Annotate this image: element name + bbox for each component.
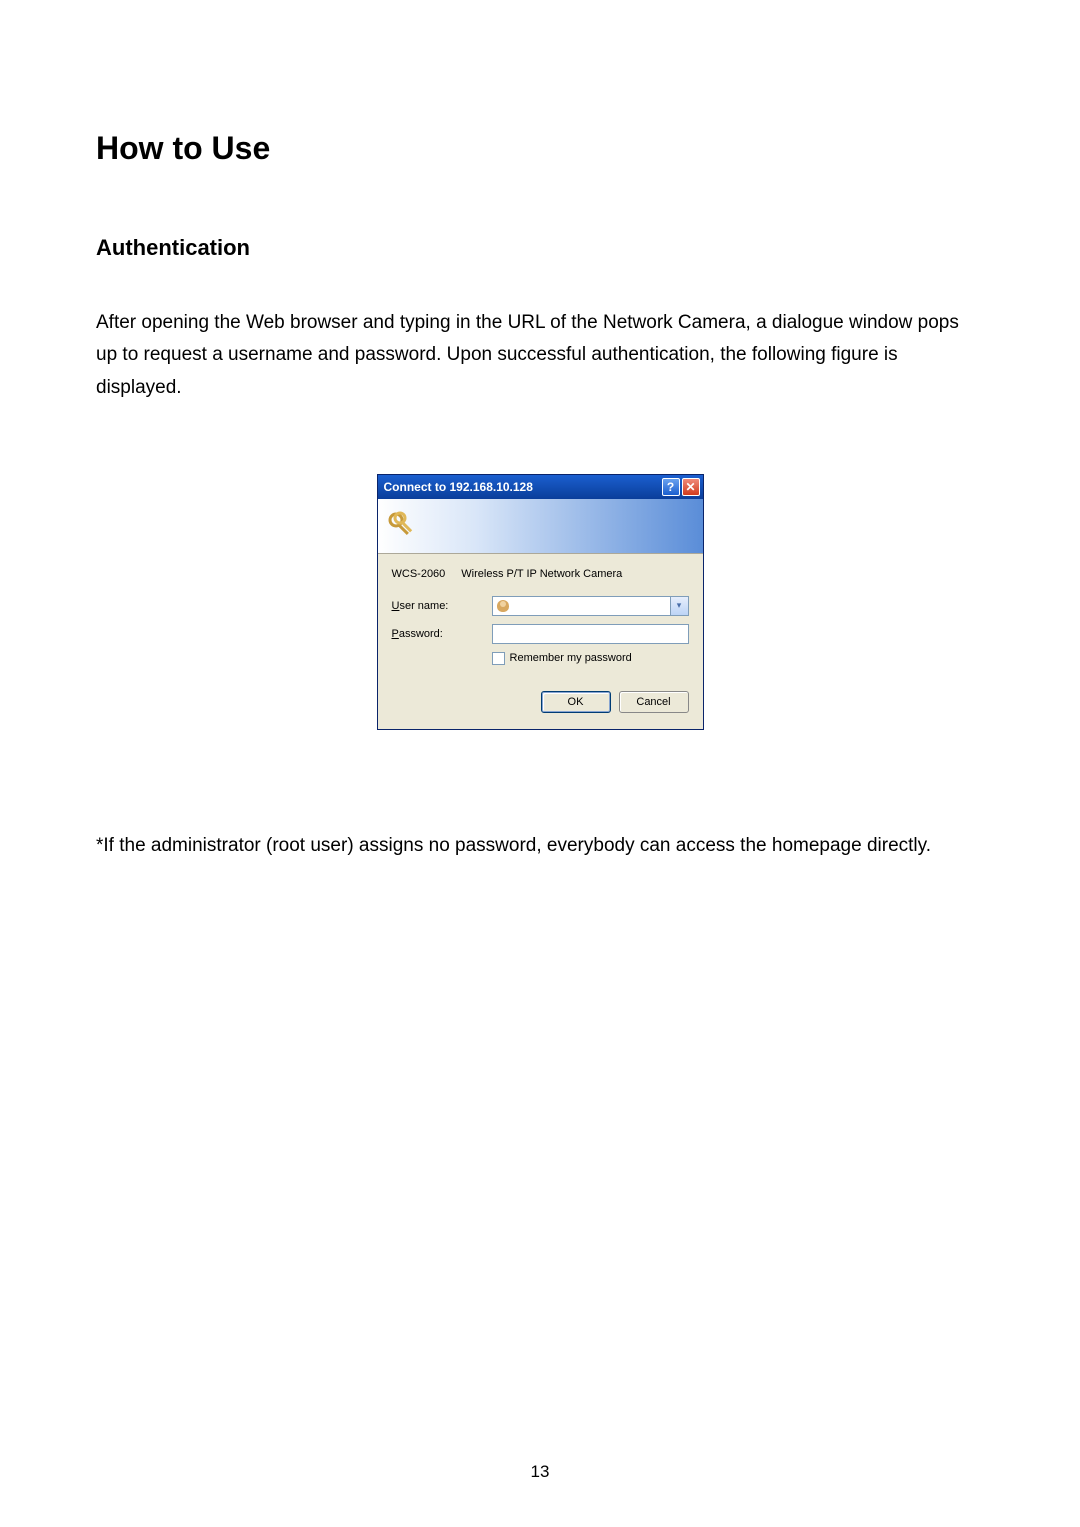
cancel-button[interactable]: Cancel	[619, 691, 689, 713]
remember-label: Remember my password	[510, 652, 632, 664]
help-button[interactable]: ?	[662, 478, 680, 496]
page-number: 13	[0, 1462, 1080, 1482]
help-icon: ?	[667, 480, 674, 494]
username-dropdown-button[interactable]: ▾	[671, 596, 689, 616]
note-paragraph: *If the administrator (root user) assign…	[96, 830, 984, 862]
realm-id: WCS-2060	[392, 568, 446, 580]
dialog-banner	[378, 499, 703, 554]
auth-dialog: Connect to 192.168.10.128 ? ✕	[377, 474, 704, 730]
page-title-h1: How to Use	[96, 130, 984, 167]
intro-paragraph: After opening the Web browser and typing…	[96, 307, 984, 404]
chevron-down-icon: ▾	[677, 600, 682, 611]
dialog-titlebar: Connect to 192.168.10.128 ? ✕	[378, 475, 703, 499]
section-title-h2: Authentication	[96, 235, 984, 261]
password-label: Password:	[392, 628, 492, 640]
remember-checkbox[interactable]	[492, 652, 505, 665]
dialog-body: WCS-2060 Wireless P/T IP Network Camera …	[378, 554, 703, 729]
username-label: User name:	[392, 600, 492, 612]
ok-button[interactable]: OK	[541, 691, 611, 713]
keys-icon	[386, 510, 418, 542]
close-button[interactable]: ✕	[682, 478, 700, 496]
user-icon	[497, 600, 509, 612]
dialog-title: Connect to 192.168.10.128	[384, 480, 533, 494]
password-input[interactable]	[492, 624, 689, 644]
username-input[interactable]: ▾	[492, 596, 689, 616]
realm-description: Wireless P/T IP Network Camera	[461, 568, 622, 580]
close-icon: ✕	[685, 480, 695, 494]
